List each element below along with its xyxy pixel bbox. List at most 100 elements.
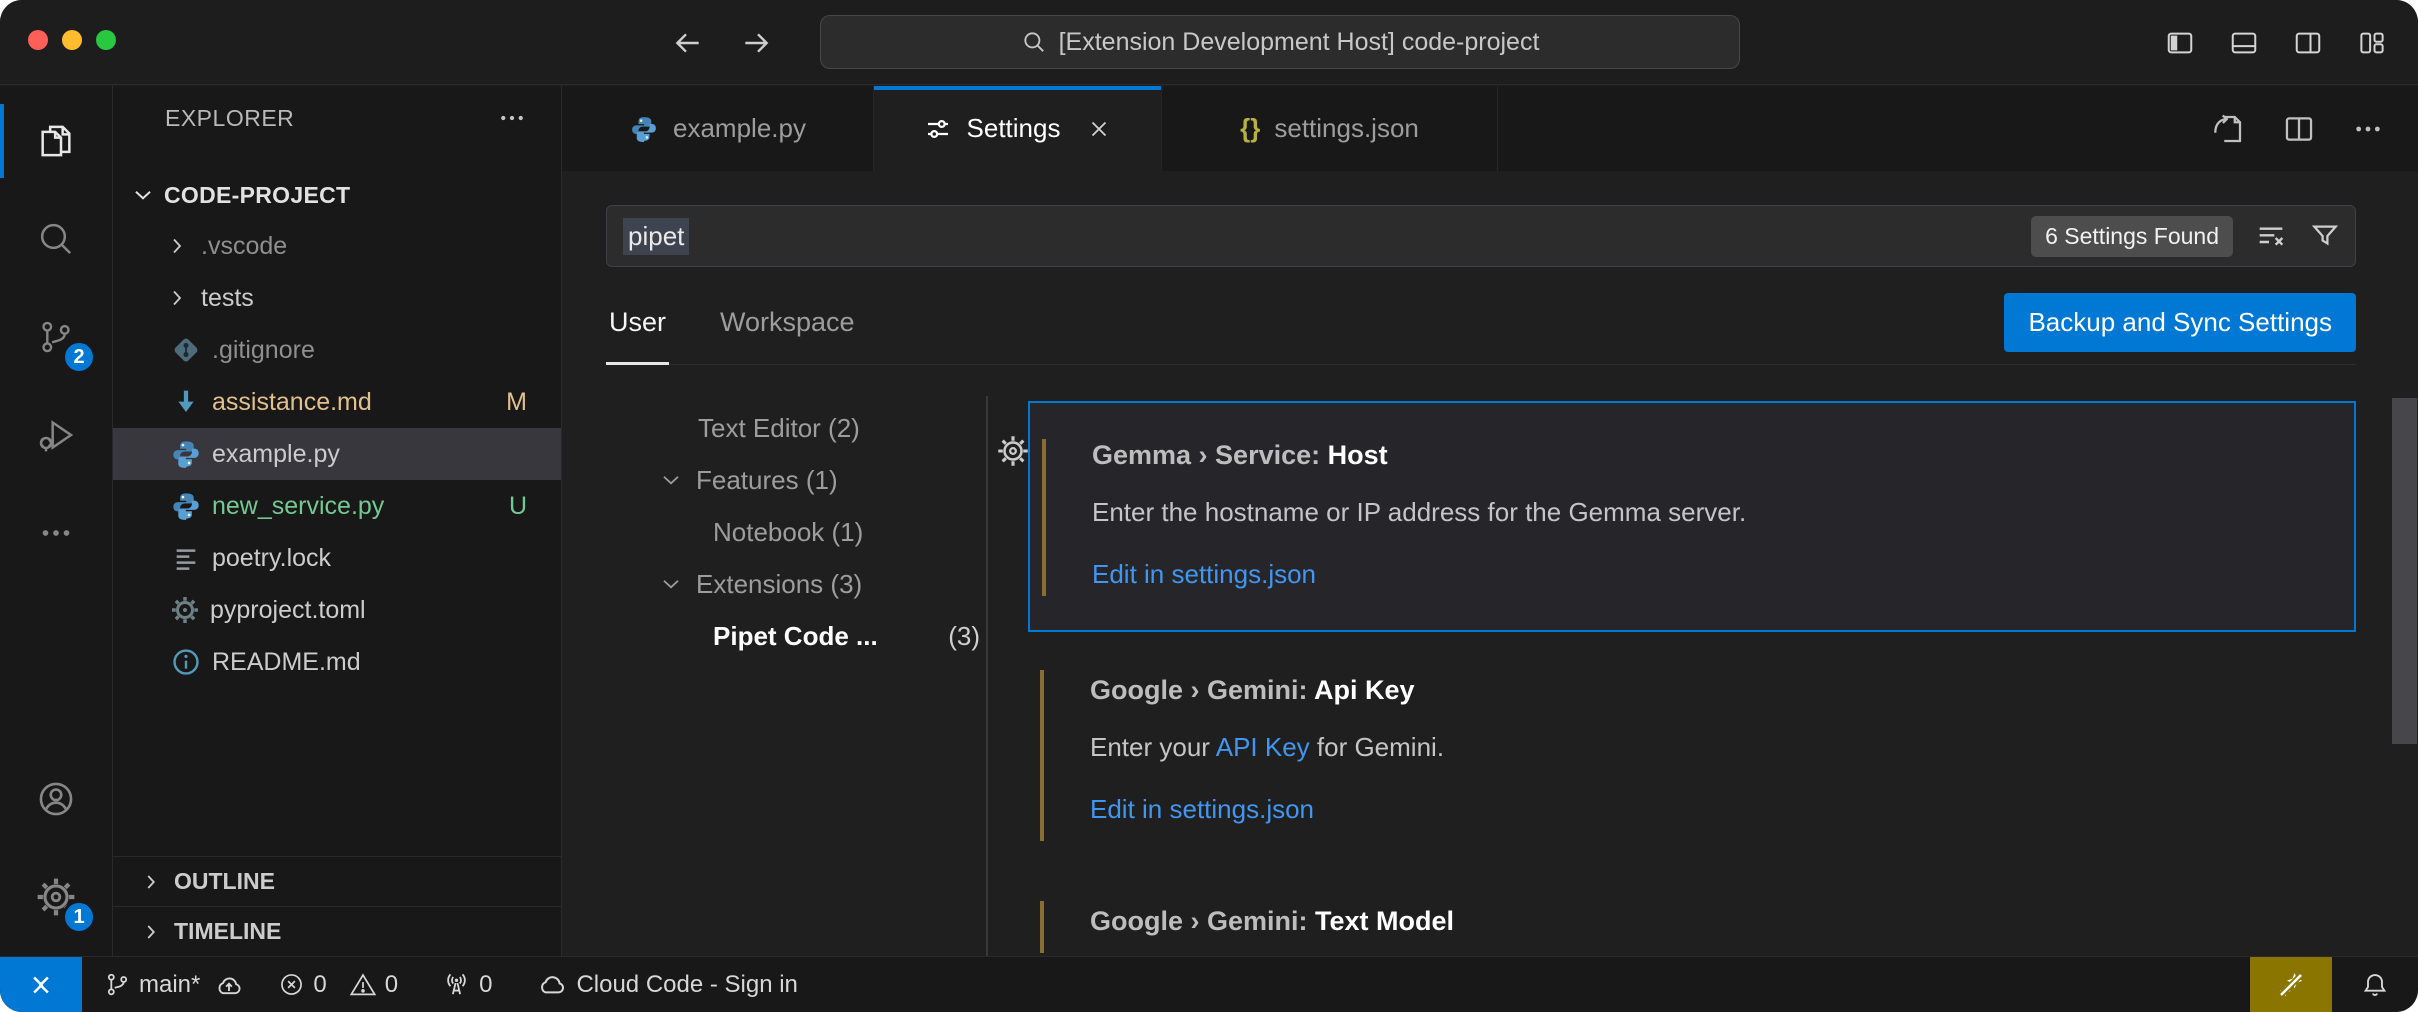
info-file-icon <box>170 646 202 678</box>
setting-description: Enter the hostname or IP address for the… <box>1092 497 2324 527</box>
clear-search-filters-icon[interactable] <box>2255 220 2287 252</box>
python-file-icon <box>629 114 659 144</box>
forward-arrow-icon[interactable] <box>740 27 772 59</box>
settings-scope-tabs: User Workspace Backup and Sync Settings <box>606 280 2356 365</box>
scope-tab-user[interactable]: User <box>606 280 669 364</box>
tree-item-tests[interactable]: tests <box>113 272 561 324</box>
edit-in-settings-json-link[interactable]: Edit in settings.json <box>1092 559 1316 590</box>
chevron-down-icon <box>658 467 684 493</box>
tree-item-new-service-py[interactable]: new_service.py U <box>113 480 561 532</box>
window-title: [Extension Development Host] code-projec… <box>1059 28 1540 57</box>
chevron-right-icon <box>140 921 162 943</box>
setting-gemini-text-model[interactable]: Google › Gemini: Text Model <box>1028 891 2356 956</box>
back-arrow-icon[interactable] <box>672 27 704 59</box>
toc-notebook[interactable]: Notebook (1) <box>606 506 986 558</box>
remote-indicator[interactable] <box>0 957 82 1012</box>
settings-toc: Text Editor (2) Features (1) Notebook (1… <box>606 396 986 956</box>
modified-indicator <box>1040 670 1044 841</box>
scope-tab-workspace[interactable]: Workspace <box>717 280 858 364</box>
open-settings-json-icon[interactable] <box>2210 111 2246 147</box>
chevron-right-icon <box>165 234 189 258</box>
tree-item-example-py[interactable]: example.py <box>113 428 561 480</box>
source-control-badge: 2 <box>62 340 96 374</box>
minimize-window-button[interactable] <box>62 30 82 50</box>
toc-extensions[interactable]: Extensions (3) <box>606 558 986 610</box>
files-icon <box>36 121 76 161</box>
filter-icon[interactable] <box>2309 220 2341 252</box>
timeline-section-header[interactable]: TIMELINE <box>113 906 561 956</box>
tree-item-vscode[interactable]: .vscode <box>113 220 561 272</box>
close-icon[interactable] <box>1086 116 1112 142</box>
tab-example-py[interactable]: example.py <box>562 86 874 171</box>
setting-gear-icon[interactable] <box>996 434 1030 468</box>
tab-settings[interactable]: Settings <box>874 86 1162 171</box>
edit-in-settings-json-link[interactable]: Edit in settings.json <box>1090 794 1314 825</box>
error-icon <box>278 971 305 998</box>
toc-text-editor[interactable]: Text Editor (2) <box>606 402 986 454</box>
tree-item-gitignore[interactable]: .gitignore <box>113 324 561 376</box>
tree-item-pyproject-toml[interactable]: pyproject.toml <box>113 584 561 636</box>
titlebar: [Extension Development Host] code-projec… <box>0 0 2418 85</box>
account-button[interactable] <box>0 750 112 848</box>
setting-description: Enter your API Key for Gemini. <box>1090 732 2326 762</box>
modified-indicator <box>1040 901 1044 953</box>
explorer-sidebar: EXPLORER CODE-PROJECT .vscode tests <box>113 86 562 956</box>
explorer-more-actions-icon[interactable] <box>497 103 527 133</box>
command-center[interactable]: [Extension Development Host] code-projec… <box>820 15 1740 69</box>
setting-gemini-api-key[interactable]: Google › Gemini: Api Key Enter your API … <box>1028 660 2356 847</box>
search-query-text: pipet <box>623 218 689 255</box>
settings-search-input[interactable]: pipet 6 Settings Found <box>606 205 2356 267</box>
toc-features[interactable]: Features (1) <box>606 454 986 506</box>
cloud-code-signin[interactable]: Cloud Code - Sign in <box>536 969 797 1001</box>
sliders-icon <box>923 114 953 144</box>
gemini-spark-disabled-button[interactable] <box>2250 957 2332 1012</box>
radio-tower-icon <box>442 970 471 999</box>
problems-status[interactable]: 0 0 <box>278 971 398 999</box>
project-root-folder[interactable]: CODE-PROJECT <box>113 170 561 220</box>
ports-status[interactable]: 0 <box>442 970 492 999</box>
toggle-sidebar-right-icon[interactable] <box>2292 28 2324 58</box>
outline-section-header[interactable]: OUTLINE <box>113 856 561 906</box>
remote-icon <box>26 970 56 1000</box>
toc-pipet-code[interactable]: Pipet Code ... (3) <box>606 610 986 662</box>
activity-source-control-button[interactable]: 2 <box>0 288 112 386</box>
activity-search-button[interactable] <box>0 190 112 288</box>
activity-run-debug-button[interactable] <box>0 386 112 484</box>
notifications-button[interactable] <box>2332 957 2418 1012</box>
split-editor-icon[interactable] <box>2282 112 2316 146</box>
warning-icon <box>349 971 377 999</box>
editor-more-actions-icon[interactable] <box>2352 113 2384 145</box>
python-file-icon <box>170 438 202 470</box>
vscode-window: [Extension Development Host] code-projec… <box>0 0 2418 1012</box>
toml-gear-file-icon <box>170 595 200 625</box>
tree-item-assistance-md[interactable]: assistance.md M <box>113 376 561 428</box>
ellipsis-icon <box>38 515 74 551</box>
search-icon <box>36 219 76 259</box>
tab-bar: example.py Settings {} settings.json <box>562 86 2418 171</box>
activity-explorer-button[interactable] <box>0 92 112 190</box>
branch-icon <box>104 971 131 998</box>
api-key-link[interactable]: API Key <box>1216 732 1310 762</box>
chevron-right-icon <box>140 871 162 893</box>
account-icon <box>35 778 77 820</box>
tree-item-poetry-lock[interactable]: poetry.lock <box>113 532 561 584</box>
git-branch-status[interactable]: main* <box>104 970 244 1000</box>
close-window-button[interactable] <box>28 30 48 50</box>
settings-scrollbar[interactable] <box>2392 398 2417 744</box>
lock-list-file-icon <box>170 542 202 574</box>
modified-indicator <box>1042 439 1046 596</box>
activity-more-button[interactable] <box>0 484 112 582</box>
customize-layout-icon[interactable] <box>2356 28 2388 58</box>
toggle-panel-bottom-icon[interactable] <box>2228 28 2260 58</box>
setting-gemma-service-host[interactable]: Gemma › Service: Host Enter the hostname… <box>1028 401 2356 632</box>
zoom-window-button[interactable] <box>96 30 116 50</box>
tab-settings-json[interactable]: {} settings.json <box>1162 86 1498 171</box>
manage-settings-button[interactable]: 1 <box>0 848 112 946</box>
status-bar: main* 0 0 0 Cloud Code - Sign i <box>0 956 2418 1012</box>
backup-sync-settings-button[interactable]: Backup and Sync Settings <box>2004 293 2356 352</box>
toggle-sidebar-left-icon[interactable] <box>2164 28 2196 58</box>
tree-item-readme-md[interactable]: README.md <box>113 636 561 688</box>
settings-list: Gemma › Service: Host Enter the hostname… <box>988 396 2418 956</box>
file-tree: .vscode tests .gitignore assistance <box>113 220 561 688</box>
results-count-badge: 6 Settings Found <box>2031 216 2233 257</box>
